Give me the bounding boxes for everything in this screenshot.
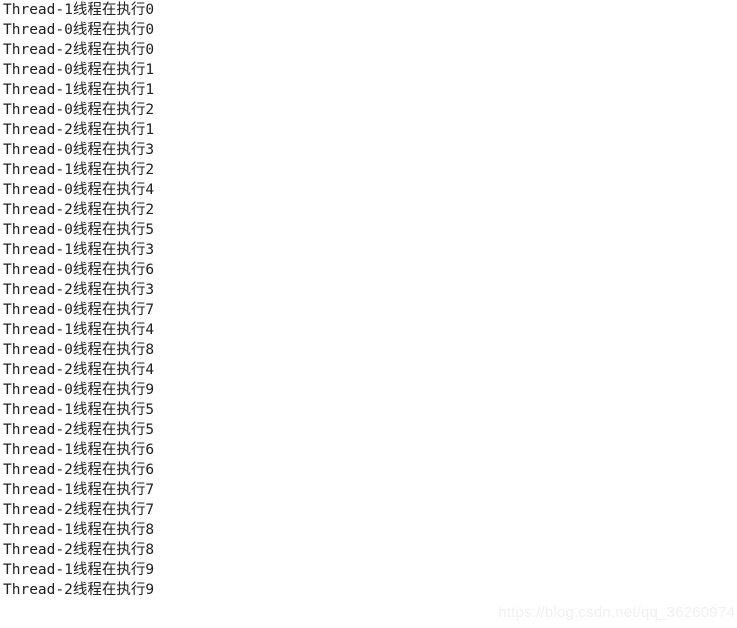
console-line: Thread-2线程在执行4 xyxy=(3,362,155,378)
console-line: Thread-0线程在执行7 xyxy=(3,302,155,318)
console-line: Thread-1线程在执行7 xyxy=(3,482,155,498)
console-line: Thread-2线程在执行9 xyxy=(3,582,155,598)
console-line: Thread-0线程在执行1 xyxy=(3,62,155,78)
console-output-panel: Thread-1线程在执行0 Thread-0线程在执行0 Thread-2线程在执… xyxy=(0,0,737,600)
console-line: Thread-2线程在执行8 xyxy=(3,542,155,558)
console-line: Thread-0线程在执行3 xyxy=(3,142,155,158)
console-line: Thread-2线程在执行5 xyxy=(3,422,155,438)
console-line: Thread-1线程在执行5 xyxy=(3,402,155,418)
console-line: Thread-2线程在执行3 xyxy=(3,282,155,298)
console-line: Thread-0线程在执行9 xyxy=(3,382,155,398)
console-line: Thread-2线程在执行0 xyxy=(3,42,155,58)
console-line: Thread-0线程在执行5 xyxy=(3,222,155,238)
console-line: Thread-0线程在执行0 xyxy=(3,22,155,38)
console-line: Thread-2线程在执行7 xyxy=(3,502,155,518)
console-line: Thread-0线程在执行2 xyxy=(3,102,155,118)
console-line: Thread-1线程在执行2 xyxy=(3,162,155,178)
console-line: Thread-1线程在执行6 xyxy=(3,442,155,458)
console-line: Thread-2线程在执行6 xyxy=(3,462,155,478)
console-line: Thread-2线程在执行1 xyxy=(3,122,155,138)
console-line: Thread-0线程在执行6 xyxy=(3,262,155,278)
console-line: Thread-1线程在执行4 xyxy=(3,322,155,338)
console-line: Thread-1线程在执行8 xyxy=(3,522,155,538)
console-line: Thread-1线程在执行9 xyxy=(3,562,155,578)
console-line: Thread-1线程在执行0 xyxy=(3,2,155,18)
console-line: Thread-1线程在执行1 xyxy=(3,82,155,98)
console-line: Thread-1线程在执行3 xyxy=(3,242,155,258)
console-line: Thread-0线程在执行8 xyxy=(3,342,155,358)
csdn-watermark: https://blog.csdn.net/qq_36260974 xyxy=(498,604,735,621)
console-line: Thread-0线程在执行4 xyxy=(3,182,155,198)
console-line: Thread-2线程在执行2 xyxy=(3,202,155,218)
